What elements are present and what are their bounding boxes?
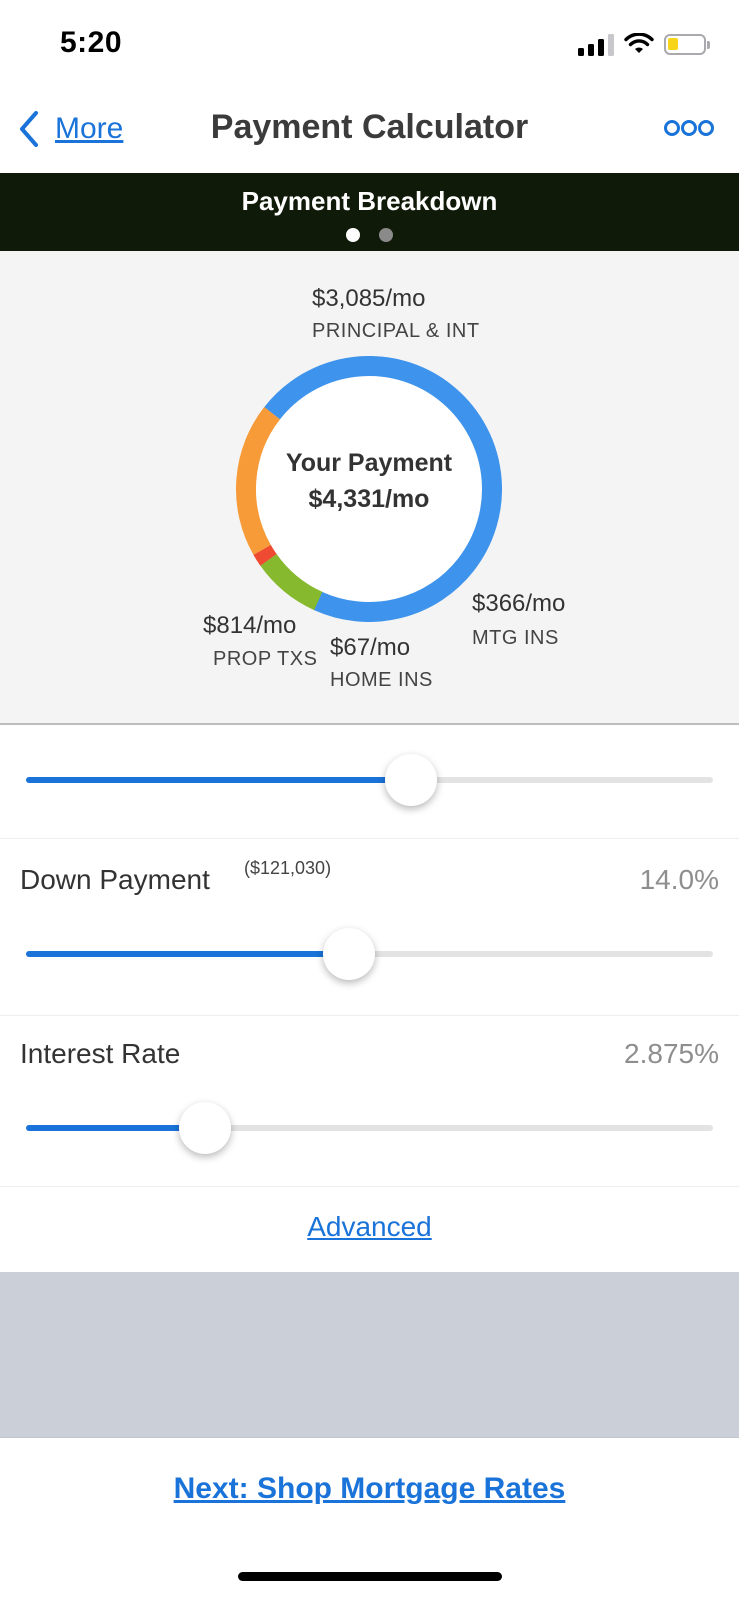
divider [0,1186,739,1187]
down-payment-slider-fill [26,951,349,957]
down-payment-label: Down Payment [20,864,210,895]
battery-tip [707,41,710,49]
prop-tax-amount-label: $814/mo [203,612,297,639]
more-options-icon[interactable] [664,120,714,136]
principal-caption: PRINCIPAL & INT [312,320,480,342]
wifi-icon [624,33,654,53]
center-payment-amount: $4,331/mo [308,485,430,513]
interest-rate-slider-thumb[interactable] [178,1102,231,1154]
divider [0,838,739,839]
down-payment-amount: ($121,030) [244,858,332,878]
cellular-signal-icon [578,34,614,56]
page-indicator-dot-2[interactable] [379,228,393,242]
page-title: Payment Calculator [210,108,529,146]
home-ins-caption: HOME INS [330,669,433,691]
breakdown-title: Payment Breakdown [241,186,498,216]
down-payment-percent[interactable]: 14.0% [640,864,719,896]
down-payment-slider-thumb[interactable] [322,928,375,980]
status-time: 5:20 [60,26,123,59]
home-price-slider-thumb[interactable] [384,754,437,806]
mtg-ins-amount-label: $366/mo [472,590,566,617]
home-price-slider-fill [26,777,411,783]
principal-amount-label: $3,085/mo [312,285,426,312]
interest-rate-slider-fill [26,1125,205,1131]
mtg-ins-caption: MTG INS [472,627,559,649]
home-ins-amount-label: $67/mo [330,634,411,661]
advanced-link[interactable]: Advanced [0,1211,739,1243]
interest-rate-label: Interest Rate [20,1038,181,1069]
battery-icon [664,34,706,55]
home-indicator [238,1572,502,1581]
divider [0,1015,739,1016]
ad-placeholder-area [0,1272,739,1438]
prop-tax-caption: PROP TXS [213,648,318,670]
page-indicator-dot-1[interactable] [346,228,360,242]
interest-rate-value[interactable]: 2.875% [624,1038,719,1070]
next-shop-mortgage-rates-link[interactable]: Next: Shop Mortgage Rates [0,1472,739,1506]
center-payment-label: Your Payment [285,449,453,477]
